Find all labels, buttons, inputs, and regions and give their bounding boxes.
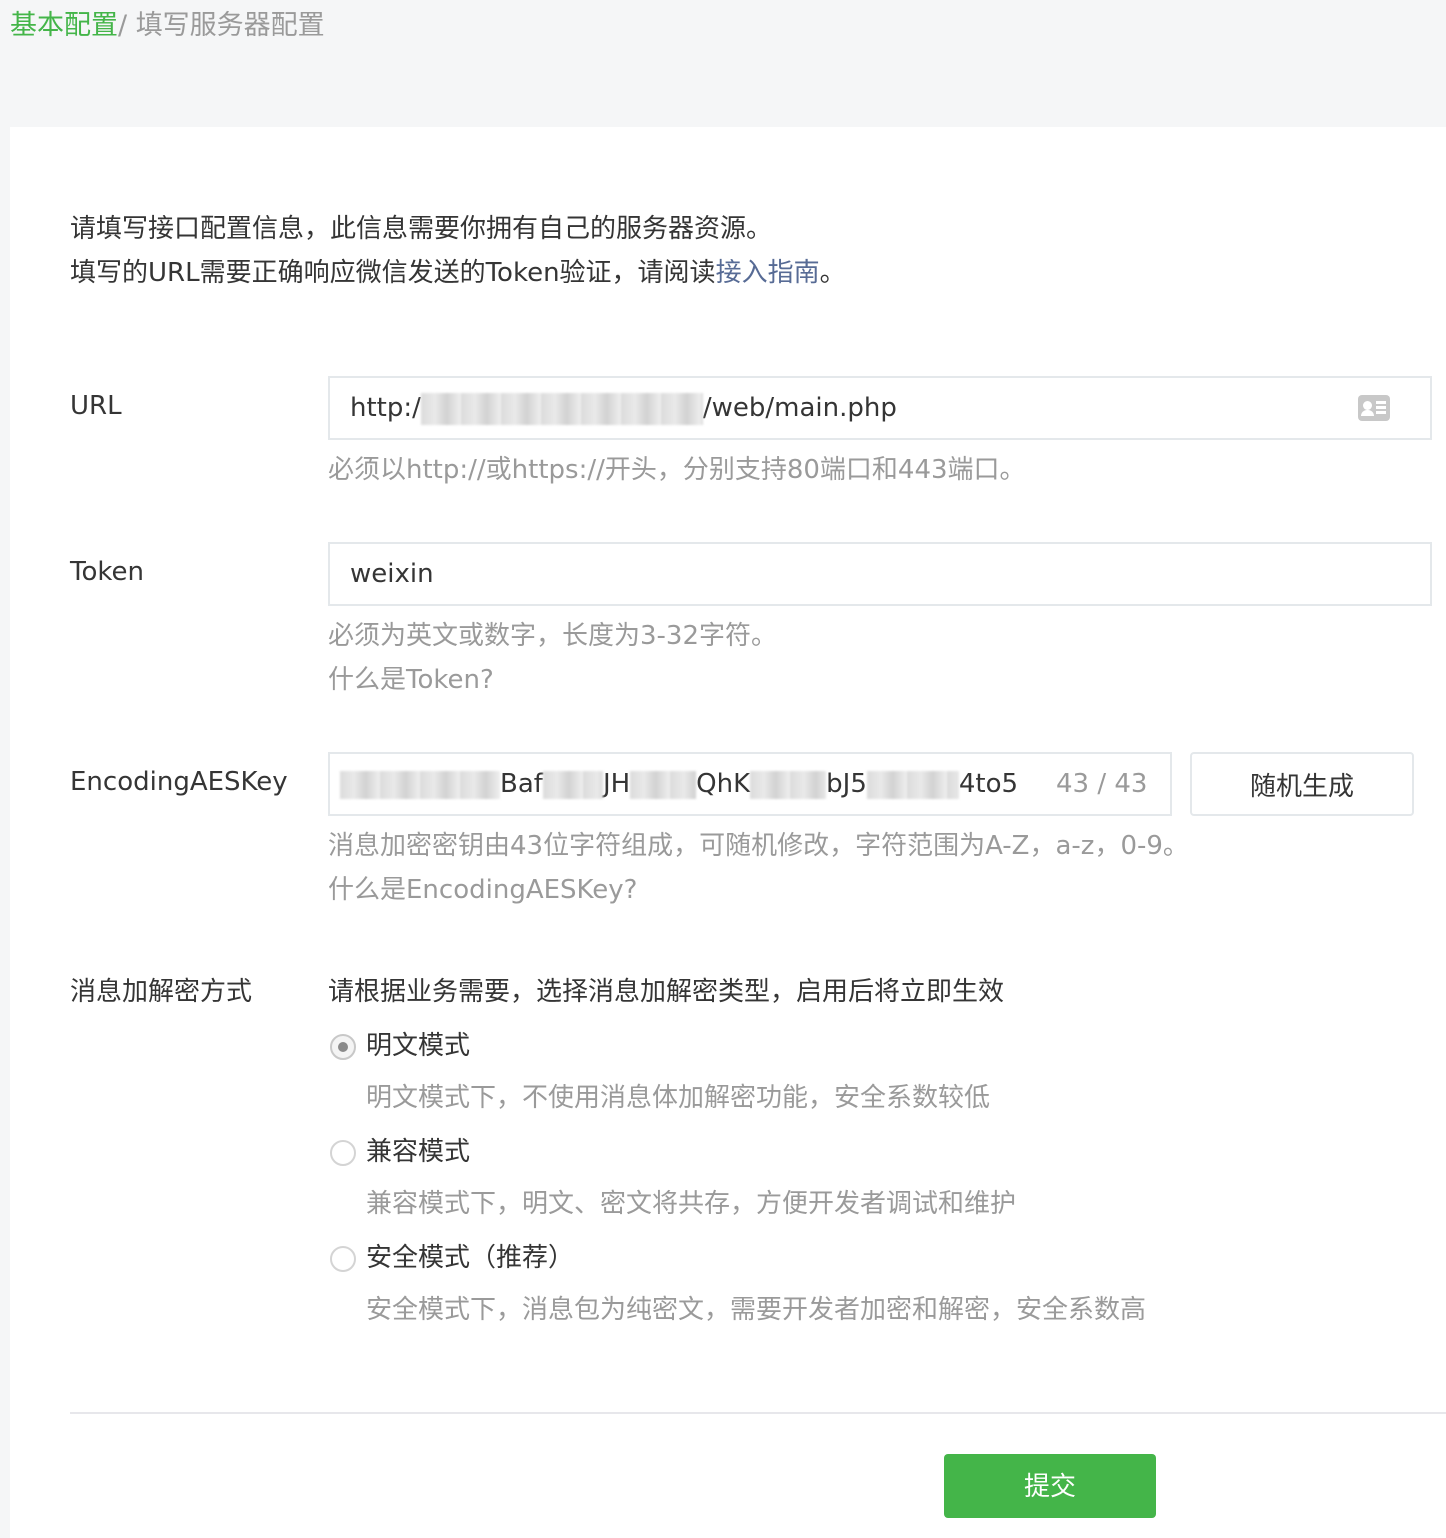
aeskey-redacted-segment [340, 770, 500, 799]
radio-secure-mode[interactable] [330, 1246, 356, 1272]
radio-plaintext-mode[interactable] [330, 1034, 356, 1060]
url-hint: 必须以http://或https://开头，分别支持80端口和443端口。 [328, 455, 1026, 485]
intro-line-2: 填写的URL需要正确响应微信发送的Token验证，请阅读接入指南。 [70, 253, 846, 293]
aeskey-char-counter: 43 / 43 [1056, 769, 1148, 799]
aeskey-redacted-segment [750, 770, 827, 799]
aeskey-hint: 消息加密密钥由43位字符组成，可随机修改，字符范围为A-Z，a-z，0-9。 [328, 831, 1189, 861]
url-label: URL [70, 391, 122, 421]
aeskey-redacted-segment [630, 770, 697, 799]
what-is-aeskey-link[interactable]: 什么是EncodingAESKey? [328, 870, 637, 910]
aeskey-fragment: bJ5 [826, 769, 867, 799]
url-input-value: http:/ /web/main.php [350, 388, 897, 428]
url-redacted-segment [420, 392, 703, 425]
aeskey-label: EncodingAESKey [70, 767, 288, 797]
encryption-mode-description: 请根据业务需要，选择消息加解密类型，启用后将立即生效 [328, 977, 1005, 1007]
breadcrumb-basic-config-link[interactable]: 基本配置 [10, 10, 118, 41]
url-value-prefix: http:/ [350, 393, 421, 423]
aeskey-input[interactable]: Baf JH QhK bJ5 4to5 43 / 43 [328, 752, 1172, 816]
aeskey-fragment: QhK [696, 769, 751, 799]
aeskey-redacted-segment [542, 770, 603, 799]
url-input[interactable]: http:/ /web/main.php [328, 376, 1432, 440]
breadcrumb: 基本配置/ 填写服务器配置 [10, 10, 325, 42]
footer-divider [70, 1412, 1446, 1414]
what-is-token-link[interactable]: 什么是Token? [328, 660, 494, 700]
url-value-suffix: /web/main.php [702, 393, 897, 423]
token-input-value: weixin [350, 559, 434, 589]
option-label-compatible[interactable]: 兼容模式 [366, 1132, 470, 1172]
breadcrumb-separator: / [118, 10, 136, 41]
generate-random-button[interactable]: 随机生成 [1190, 752, 1414, 816]
intro-line-2-prefix: 填写的URL需要正确响应微信发送的Token验证，请阅读 [70, 258, 716, 288]
aeskey-fragment: JH [602, 769, 631, 799]
intro-line-1: 请填写接口配置信息，此信息需要你拥有自己的服务器资源。 [70, 214, 773, 244]
option-desc-plaintext: 明文模式下，不使用消息体加解密功能，安全系数较低 [366, 1083, 991, 1113]
aeskey-fragment: 4to5 [958, 769, 1019, 799]
option-desc-compatible: 兼容模式下，明文、密文将共存，方便开发者调试和维护 [366, 1189, 1017, 1219]
token-hint: 必须为英文或数字，长度为3-32字符。 [328, 621, 778, 651]
encryption-mode-label: 消息加解密方式 [70, 977, 253, 1007]
token-input[interactable]: weixin [328, 542, 1432, 606]
token-label: Token [70, 557, 144, 587]
option-label-plaintext[interactable]: 明文模式 [366, 1026, 470, 1066]
aeskey-fragment: Baf [500, 769, 543, 799]
aeskey-input-value: Baf JH QhK bJ5 4to5 [340, 764, 1018, 804]
breadcrumb-current: 填写服务器配置 [135, 10, 325, 41]
server-config-panel: 请填写接口配置信息，此信息需要你拥有自己的服务器资源。 填写的URL需要正确响应… [10, 127, 1446, 1538]
radio-compatible-mode[interactable] [330, 1140, 356, 1166]
option-label-secure[interactable]: 安全模式（推荐） [366, 1238, 574, 1278]
aeskey-redacted-segment [866, 770, 959, 799]
option-desc-secure: 安全模式下，消息包为纯密文，需要开发者加密和解密，安全系数高 [366, 1295, 1147, 1325]
access-guide-link[interactable]: 接入指南 [716, 258, 820, 288]
contact-card-icon[interactable] [1358, 395, 1390, 421]
intro-line-2-suffix: 。 [819, 258, 846, 288]
submit-button[interactable]: 提交 [944, 1454, 1156, 1518]
